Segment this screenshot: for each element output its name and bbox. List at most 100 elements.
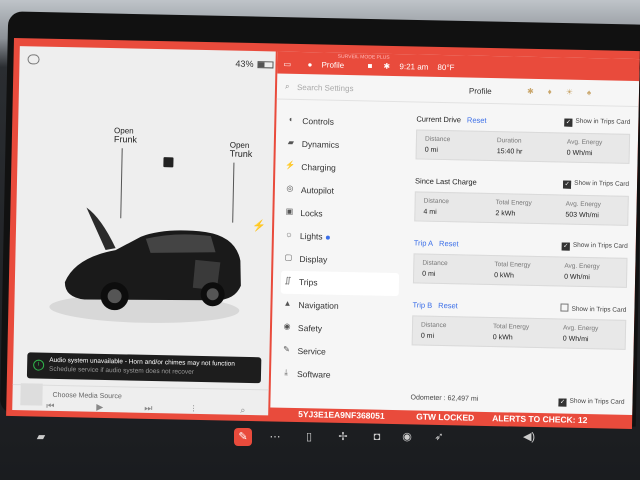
trip-stat: Total Energy 0 kWh <box>494 261 531 280</box>
since-charge-show-checkbox[interactable]: ✓ Show in Trips Card <box>563 180 629 190</box>
trip-stat: Avg. Energy 0 Wh/mi <box>562 324 599 344</box>
since-charge-title: Since Last Charge <box>415 176 477 187</box>
steering-icon: ◎ <box>286 183 294 193</box>
nav-service[interactable]: ✎ Service <box>279 340 397 365</box>
lock-icon: ▣ <box>285 206 294 216</box>
trips-icon: ∬ <box>284 275 292 285</box>
shield-icon: ◉ <box>283 321 291 331</box>
toggle-icon: ◐ <box>288 114 294 124</box>
trip-stat: Total Energy 0 kWh <box>492 323 530 342</box>
more-icon[interactable]: ⋯ <box>266 428 284 446</box>
nav-display[interactable]: ▢ Display <box>281 248 399 273</box>
next-icon[interactable]: ⏭ <box>144 403 152 414</box>
notification-dot <box>325 235 330 240</box>
wrench-icon: ✎ <box>283 344 290 354</box>
album-art <box>20 383 43 406</box>
trips-content: Current Drive Reset ✓ Show in Trips Card D… <box>411 114 630 366</box>
lock-icon[interactable]: ▭ <box>283 60 291 69</box>
header-quick-icons[interactable]: ✱♦☀♠ <box>527 87 605 98</box>
nav-navigation[interactable]: ▲ Navigation <box>280 294 398 319</box>
nav-trips[interactable]: ∬ Trips <box>280 270 400 297</box>
profile-icon: ● <box>307 60 313 70</box>
since-charge-card: Distance 4 mi Total Energy 2 kWh Avg. Ener… <box>414 191 629 226</box>
nav-locks[interactable]: ▣ Locks <box>282 202 400 227</box>
car-icon: ▰ <box>287 137 295 147</box>
dashcam-icon[interactable]: ■ <box>367 61 372 70</box>
outside-temp: 80°F <box>437 62 455 73</box>
car-status-bar: 43% <box>19 52 275 73</box>
frunk-button[interactable]: Open Frunk <box>114 126 137 144</box>
previous-icon[interactable]: ⏮ <box>46 401 54 412</box>
camera-icon[interactable]: ◘ <box>368 428 386 446</box>
volume-icon[interactable]: ◀) <box>520 428 538 446</box>
play-icon[interactable]: ▶ <box>96 402 103 413</box>
trip-stat: Distance 4 mi <box>423 197 450 216</box>
current-drive-header: Current Drive Reset ✓ Show in Trips Card <box>416 114 630 130</box>
dashcam-icon[interactable]: ◉ <box>398 428 416 446</box>
equalizer-icon[interactable]: ⫶ <box>192 404 194 415</box>
trip-a-show-checkbox[interactable]: ✓ Show in Trips Card <box>561 242 628 252</box>
charge-port-icon[interactable]: ⚡ <box>252 219 266 232</box>
trip-a-reset[interactable]: Reset <box>439 239 459 248</box>
search-icon[interactable]: ⌕ <box>240 405 245 416</box>
nav-safety[interactable]: ◉ Safety <box>280 317 398 342</box>
trip-stat: Avg. Energy 503 Wh/mi <box>565 200 602 220</box>
profile-label[interactable]: Profile <box>321 60 344 69</box>
toolbox-icon[interactable]: ✎ <box>234 428 252 446</box>
battery-percent: 43% <box>235 58 254 70</box>
battery-icon <box>257 61 274 69</box>
app-dock: ▰ ✎ ⋯ ▯ ✢ ◘ ◉ ➶ ◀) <box>0 420 640 480</box>
current-drive-reset[interactable]: Reset <box>467 116 487 125</box>
trip-stat: Avg. Energy 0 Wh/mi <box>566 138 603 158</box>
trip-b-card: Distance 0 mi Total Energy 0 kWh Avg. Ener… <box>411 315 627 350</box>
trip-stat: Distance 0 mi <box>420 321 447 340</box>
car-model-image <box>49 207 241 323</box>
clock-time: 9:21 am <box>399 62 429 72</box>
car-visualization-panel: 43% Open Frunk Open Trunk ⚡ i Audio syst… <box>12 46 276 416</box>
profile-button[interactable]: Profile <box>469 87 492 96</box>
download-icon: ⤓ <box>284 367 288 377</box>
bolt-icon: ⚡ <box>285 160 296 170</box>
current-drive-show-checkbox[interactable]: ✓ Show in Trips Card <box>564 118 630 128</box>
trunk-label: Trunk <box>229 148 253 160</box>
trip-a-header: Trip A Reset ✓ Show in Trips Card <box>414 238 628 254</box>
rocket-icon[interactable]: ➶ <box>430 428 448 446</box>
nav-dynamics[interactable]: ▰ Dynamics <box>284 133 402 158</box>
trip-stat: Distance 0 mi <box>422 259 448 278</box>
sentry-icon[interactable] <box>27 54 40 65</box>
nav-autopilot[interactable]: ◎ Autopilot <box>283 179 401 204</box>
sentry-mode-icon[interactable]: ✱ <box>383 62 390 71</box>
odometer-readout: Odometer : 62,497 mi <box>410 394 479 403</box>
phone-icon[interactable]: ▯ <box>300 428 318 446</box>
odometer-show-checkbox[interactable]: ✓ Show in Trips Card <box>558 397 625 410</box>
trip-b-show-checkbox[interactable]: Show in Trips Card <box>560 303 627 314</box>
trip-a-card: Distance 0 mi Total Energy 0 kWh Avg. Ener… <box>412 253 628 288</box>
nav-software[interactable]: ⤓ Software <box>279 363 397 388</box>
trip-stat: Avg. Energy 0 Wh/mi <box>564 262 600 282</box>
settings-panel: ▭ SURVEIL MODE PLUS ● Profile ■ ✱ 9:21 a… <box>270 51 640 416</box>
current-drive-card: Distance 0 mi Duration 15:40 hr Avg. Energ… <box>415 129 631 164</box>
trip-b-header: Trip B Reset Show in Trips Card <box>412 300 626 316</box>
trip-a-title: Trip A <box>413 238 434 248</box>
bulb-icon: ☼ <box>285 229 293 239</box>
frunk-label: Frunk <box>113 134 138 145</box>
media-source-button[interactable]: Choose Media Source <box>52 392 121 400</box>
display-icon: ▢ <box>284 252 293 262</box>
touchscreen: 43% Open Frunk Open Trunk ⚡ i Audio syst… <box>6 38 640 430</box>
info-icon: i <box>33 359 45 371</box>
search-settings-input[interactable]: Search Settings <box>297 83 354 93</box>
trip-b-reset[interactable]: Reset <box>438 301 458 310</box>
trunk-button[interactable]: Open Trunk <box>230 141 253 159</box>
current-drive-title: Current Drive <box>416 114 462 125</box>
nav-lights[interactable]: ☼ Lights <box>282 225 400 250</box>
nav-charging[interactable]: ⚡ Charging <box>283 156 401 181</box>
unlocked-icon[interactable] <box>163 157 174 168</box>
nav-controls[interactable]: ◐ Controls <box>284 110 402 135</box>
trip-stat: Total Energy 2 kWh <box>495 199 532 218</box>
trip-b-title: Trip B <box>412 300 433 310</box>
search-settings-icon: ⌕ <box>284 81 290 91</box>
audio-alert-banner[interactable]: i Audio system unavailable - Horn and/or… <box>26 352 262 384</box>
fan-icon[interactable]: ✢ <box>334 428 352 446</box>
trip-stat: Duration 15:40 hr <box>496 137 523 156</box>
car-icon[interactable]: ▰ <box>32 428 50 446</box>
